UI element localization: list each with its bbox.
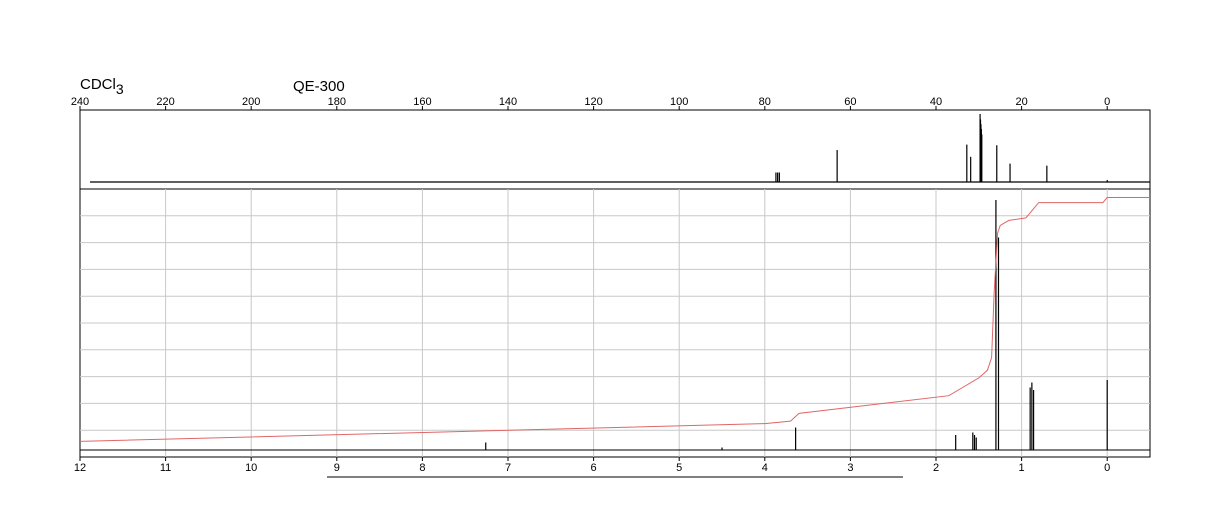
c13-tick-label: 140 [499, 96, 517, 108]
h1-tick-label: 10 [245, 462, 257, 474]
c13-tick-label: 160 [413, 96, 431, 108]
c13-tick-label: 40 [930, 96, 942, 108]
c13-tick-label: 200 [242, 96, 260, 108]
c13-tick-label: 0 [1104, 96, 1110, 108]
c13-tick-label: 60 [844, 96, 856, 108]
h1-tick-label: 5 [676, 462, 682, 474]
c13-spectrum-panel: 240 220 200 180 160 140 120 100 80 60 40 20 0 [71, 96, 1151, 190]
h1-tick-label: 7 [505, 462, 511, 474]
h1-tick-label: 8 [419, 462, 425, 474]
h1-tick-label: 4 [762, 462, 768, 474]
c13-tick-label: 240 [71, 96, 89, 108]
c13-tick-label: 20 [1015, 96, 1027, 108]
h1-spectrum-panel: 12 11 10 9 8 7 6 5 4 3 2 1 0 [74, 188, 1151, 474]
h1-integral-curve [79, 197, 1150, 442]
h1-tick-label: 3 [847, 462, 853, 474]
h1-tick-label: 9 [334, 462, 340, 474]
h1-tick-label: 12 [74, 462, 86, 474]
h1-tick-label: 11 [160, 462, 171, 474]
c13-tick-label: 180 [328, 96, 346, 108]
h1-tick-label: 2 [933, 462, 939, 474]
c13-tick-label: 120 [584, 96, 602, 108]
h1-tick-label: 0 [1104, 462, 1110, 474]
h1-tick-label: 1 [1019, 462, 1025, 474]
c13-tick-label: 220 [156, 96, 174, 108]
c13-frame [79, 109, 1151, 190]
c13-tick-label: 100 [670, 96, 688, 108]
c13-tick-label: 80 [759, 96, 771, 108]
nmr-figure: CDCl3 QE-300 240 220 200 180 160 140 120 100 80 6… [0, 0, 1224, 528]
spectra-plot: 240 220 200 180 160 140 120 100 80 60 40 20 0 12 11 10… [71, 96, 1151, 478]
h1-tick-label: 6 [591, 462, 597, 474]
